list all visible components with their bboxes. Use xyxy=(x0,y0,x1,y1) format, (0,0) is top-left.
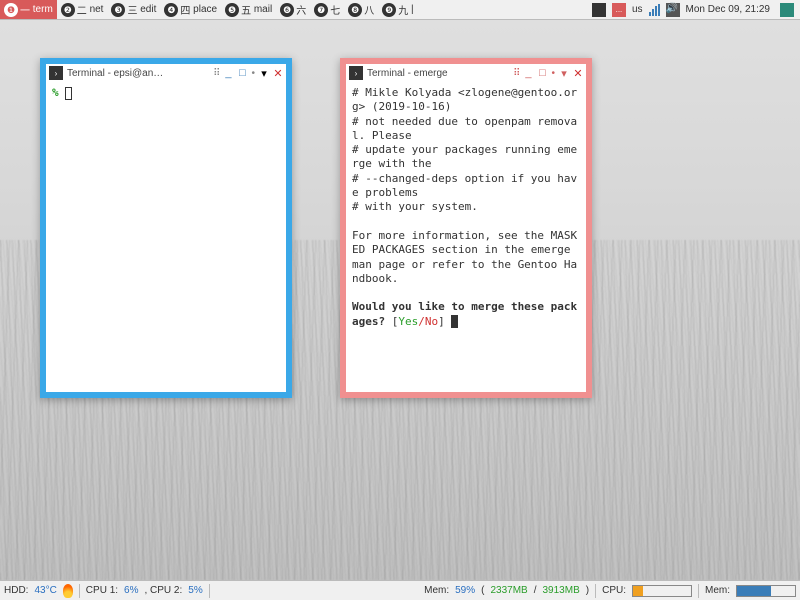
terminal-window-epsi[interactable]: › Terminal - epsi@an… ⠿ _ □ • ▾ ✕ % xyxy=(40,58,292,398)
workspace-2[interactable]: ❷二 net xyxy=(57,0,108,19)
shade-button[interactable]: ▾ xyxy=(259,67,269,80)
hdd-temp: 43°C xyxy=(34,585,56,596)
mem-label: Mem: xyxy=(424,585,449,596)
system-tray: › ... us 🔊 Mon Dec 09, 21:29 xyxy=(586,3,800,17)
terminal-body[interactable]: # Mikle Kolyada <zlogene@gentoo.org> (20… xyxy=(346,82,586,392)
flame-icon xyxy=(63,584,73,598)
maximize-button[interactable]: □ xyxy=(537,67,547,79)
workspace-1[interactable]: ❶一 term xyxy=(0,0,57,19)
maximize-button[interactable]: □ xyxy=(237,67,247,79)
close-button[interactable]: ✕ xyxy=(273,67,283,80)
window-title: Terminal - emerge xyxy=(367,68,509,79)
mem-bar-label: Mem: xyxy=(705,585,730,596)
workspace-7[interactable]: ❼七 xyxy=(310,0,344,19)
mem-usage-bar xyxy=(736,585,796,597)
terminal-body[interactable]: % xyxy=(46,82,286,392)
window-dot: • xyxy=(551,68,555,79)
workspace-6[interactable]: ❻六 xyxy=(276,0,310,19)
close-button[interactable]: ✕ xyxy=(573,67,583,80)
workspace-5[interactable]: ❺五 mail xyxy=(221,0,276,19)
terminal-icon: › xyxy=(349,66,363,80)
terminal-window-emerge[interactable]: › Terminal - emerge ⠿ _ □ • ▾ ✕ # Mikle … xyxy=(340,58,592,398)
minimize-button[interactable]: _ xyxy=(523,67,533,79)
cpu-bar-label: CPU: xyxy=(602,585,626,596)
terminal-icon: › xyxy=(49,66,63,80)
cpu-label: CPU 1: xyxy=(86,585,118,596)
cursor xyxy=(451,315,458,328)
window-options-icon[interactable]: ⠿ xyxy=(513,68,519,79)
clock[interactable]: Mon Dec 09, 21:29 xyxy=(686,4,771,15)
window-dot: • xyxy=(251,68,255,79)
workspace-9[interactable]: ❾九 | xyxy=(378,0,417,19)
volume-icon[interactable]: 🔊 xyxy=(666,3,680,17)
bottom-panel: HDD: 43°C CPU 1:6%, CPU 2:5% Mem: 59% (2… xyxy=(0,580,800,600)
cursor xyxy=(65,87,72,100)
minimize-button[interactable]: _ xyxy=(223,67,233,79)
window-title: Terminal - epsi@an… xyxy=(67,68,209,79)
top-panel: ❶一 term ❷二 net ❸三 edit ❹四 place ❺五 mail … xyxy=(0,0,800,20)
shade-button[interactable]: ▾ xyxy=(559,67,569,80)
network-icon[interactable] xyxy=(649,4,660,16)
cpu-usage-bar xyxy=(632,585,692,597)
mem-pct: 59% xyxy=(455,585,475,596)
keyboard-layout[interactable]: us xyxy=(632,4,643,15)
menu-icon[interactable] xyxy=(780,3,794,17)
window-options-icon[interactable]: ⠿ xyxy=(213,68,219,79)
tray-terminal-icon[interactable]: › xyxy=(592,3,606,17)
workspace-4[interactable]: ❹四 place xyxy=(160,0,221,19)
hdd-label: HDD: xyxy=(4,585,28,596)
tray-notification-icon[interactable]: ... xyxy=(612,3,626,17)
workspace-3[interactable]: ❸三 edit xyxy=(107,0,160,19)
workspace-8[interactable]: ❽八 xyxy=(344,0,378,19)
titlebar[interactable]: › Terminal - epsi@an… ⠿ _ □ • ▾ ✕ xyxy=(46,64,286,82)
titlebar[interactable]: › Terminal - emerge ⠿ _ □ • ▾ ✕ xyxy=(346,64,586,82)
